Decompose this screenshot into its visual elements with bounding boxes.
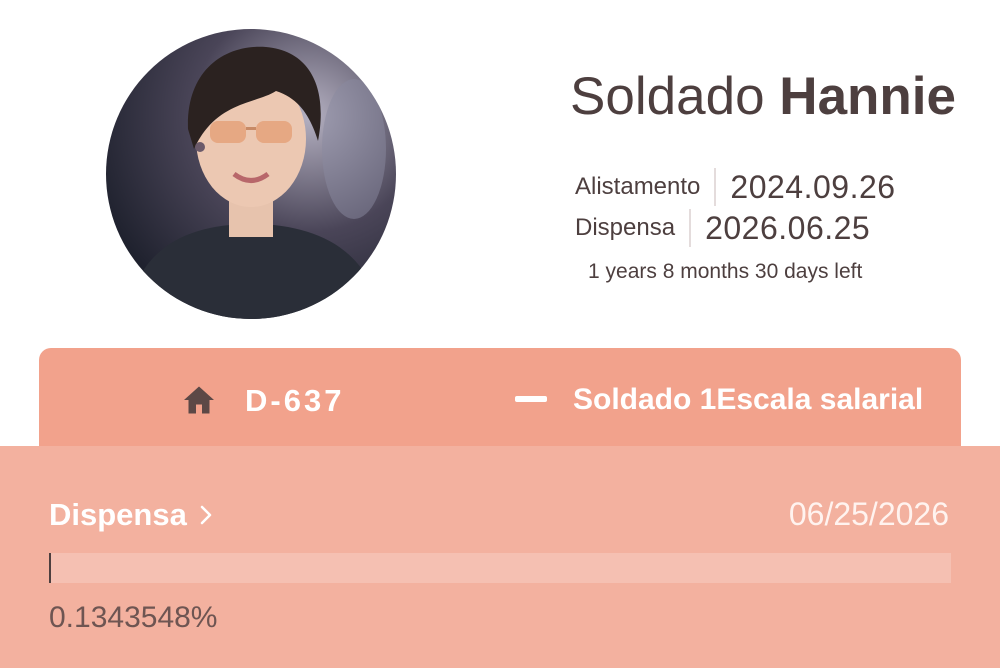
profile-photo[interactable] (106, 29, 396, 319)
profile-photo-image (106, 29, 396, 319)
rank-prefix: Soldado (570, 67, 765, 126)
service-progress-percent: 0.1343548% (49, 601, 218, 634)
rank-pay-grade: Soldado 1Escala salarial (573, 383, 924, 416)
d-day-counter: D-637 (245, 383, 345, 418)
divider (714, 168, 717, 206)
discharge-card-date: 06/25/2026 (788, 496, 949, 532)
private-rank-insignia-icon (515, 396, 547, 402)
home-icon (184, 386, 214, 414)
enlistment-row: Alistamento 2024.09.26 (575, 168, 896, 206)
enlistment-label: Alistamento (575, 173, 701, 200)
time-left-text: 1 years 8 months 30 days left (588, 260, 863, 283)
discharge-row: Dispensa 2026.06.25 (575, 209, 870, 247)
discharge-date: 2026.06.25 (705, 209, 871, 246)
discharge-label: Dispensa (575, 214, 676, 241)
page-title: Soldado Hannie (570, 66, 956, 127)
discharge-card-label: Dispensa (49, 497, 187, 532)
chevron-right-icon (200, 505, 212, 525)
soldier-name: Hannie (779, 67, 956, 126)
divider (689, 209, 692, 247)
service-progress-bar (49, 553, 951, 583)
enlistment-date: 2024.09.26 (730, 168, 896, 205)
service-progress-fill (49, 553, 51, 583)
discharge-card-header-button[interactable]: Dispensa (49, 497, 213, 533)
